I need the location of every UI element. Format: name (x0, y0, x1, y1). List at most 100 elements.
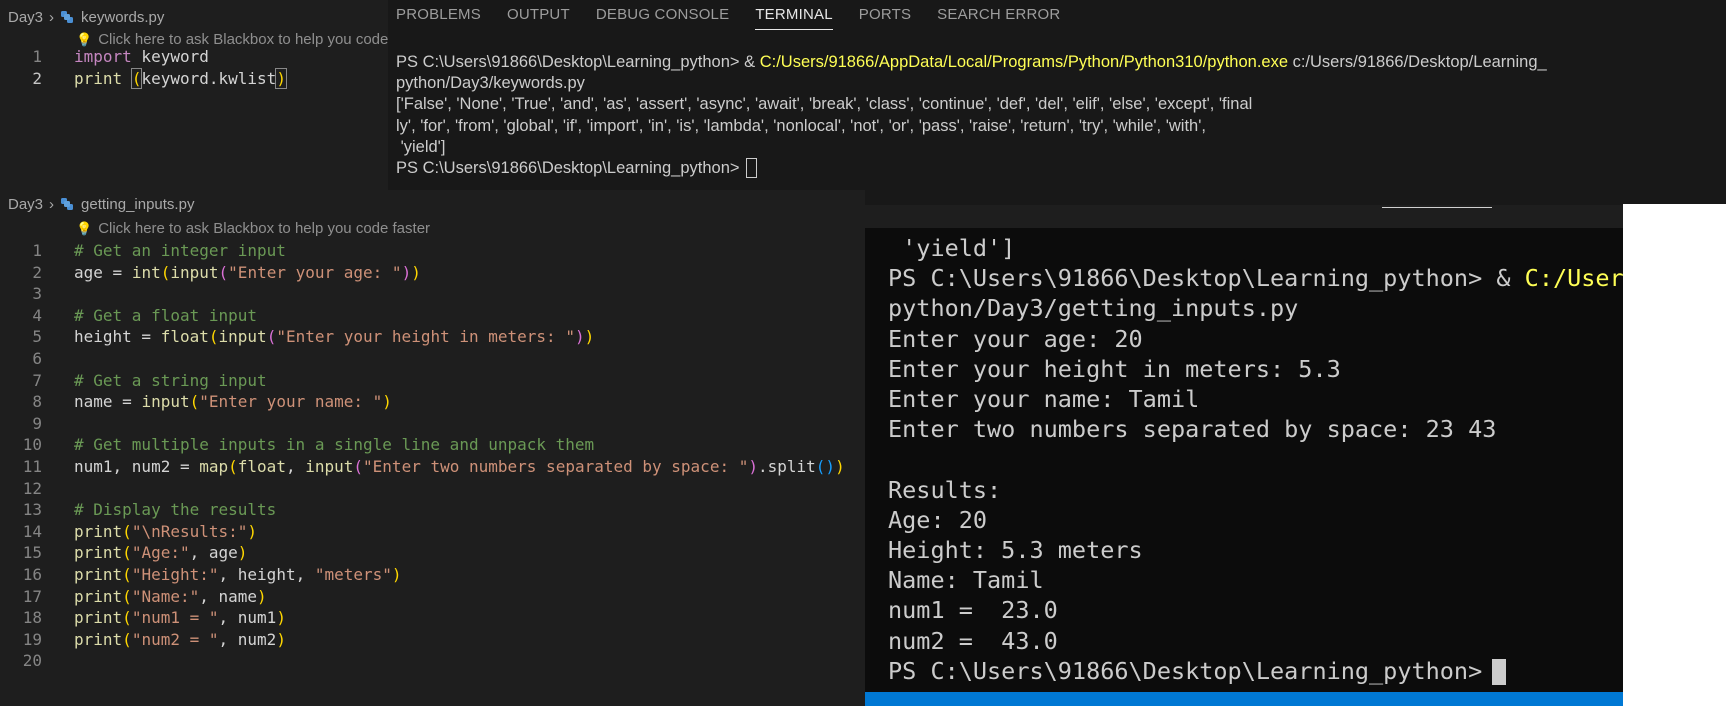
breadcrumb-folder[interactable]: Day3 (8, 196, 43, 213)
code-token: float (237, 457, 286, 476)
code-token: print (74, 69, 123, 88)
code-token: ( (160, 262, 171, 282)
code-token: map (199, 457, 229, 476)
terminal-text: Height: 5.3 meters (888, 536, 1143, 564)
code-text[interactable]: age = int(input("Enter your age: ")) (74, 261, 421, 285)
terminal-cursor[interactable] (745, 158, 757, 178)
terminal-text: python/Day3/getting_inputs.py (888, 294, 1299, 323)
code-token: "Height:" (131, 565, 219, 584)
hint-text[interactable]: Click here to ask Blackbox to help you c… (98, 220, 430, 237)
terminal-text: Enter your name: Tamil (888, 385, 1200, 413)
terminal-line: Name: Tamil (888, 565, 1044, 595)
blank-area (1623, 204, 1726, 706)
code-token: # Get multiple inputs in a single line a… (74, 435, 595, 455)
terminal-line: Enter your name: Tamil (888, 384, 1199, 414)
line-number: 3 (32, 284, 42, 304)
terminal-text: Enter two numbers separated by space: 23… (888, 415, 1497, 444)
breadcrumb-folder[interactable]: Day3 (8, 9, 43, 26)
code-text[interactable]: print("Height:", height, "meters") (74, 563, 402, 587)
line-number: 15 (22, 543, 42, 563)
terminal-text: C:/Users/91866/AppData/Local/Programs/Py… (759, 53, 1289, 71)
code-text[interactable]: import keyword (74, 45, 209, 69)
code-token: ( (208, 327, 219, 347)
code-text[interactable]: name = input("Enter your name: ") (74, 390, 392, 414)
line-number: 1 (32, 47, 42, 66)
line-number: 6 (32, 349, 42, 368)
code-token: print (74, 629, 123, 649)
tab-ports[interactable]: PORTS (859, 0, 911, 30)
zoomed-terminal[interactable]: 'yield'] PS C:\Users\91866\Desktop\Learni… (865, 228, 1623, 706)
code-token: ) (748, 457, 758, 476)
code-token: ( (122, 586, 132, 606)
terminal-text: num2 = 43.0 (888, 626, 1058, 655)
terminal-line: ['False', 'None', 'True', 'and', 'as', '… (396, 93, 1252, 115)
code-text[interactable]: print (keyword.kwlist) (74, 67, 287, 91)
code-token: "\nResults:" (131, 521, 248, 541)
code-token: print (74, 586, 123, 606)
terminal-text: num1 = 23.0 (888, 596, 1058, 625)
code-text[interactable]: print("num1 = ", num1) (74, 606, 286, 630)
line-number: 2 (32, 69, 42, 88)
code-token: "Enter your height in meters: " (276, 327, 575, 347)
code-text[interactable]: num1, num2 = map(float, input("Enter two… (74, 455, 845, 479)
status-bar (865, 692, 1623, 706)
code-token: , (285, 457, 306, 476)
terminal-text: Name: Tamil (888, 566, 1044, 595)
terminal-line: PS C:\Users\91866\Desktop\Learning_pytho… (396, 51, 1547, 73)
code-token: ) (382, 392, 392, 412)
line-number: 2 (32, 262, 42, 282)
terminal-text: Age: 20 (888, 505, 988, 534)
code-token: input (305, 457, 354, 476)
line-number: 9 (32, 413, 42, 433)
code-text[interactable]: print("Name:", name) (74, 585, 267, 609)
code-token: input (170, 262, 219, 282)
line-number: 8 (32, 392, 42, 412)
lightbulb-icon: 💡 (76, 221, 93, 236)
tab-output[interactable]: OUTPUT (507, 0, 570, 30)
terminal-line: Results: (888, 475, 1001, 505)
terminal-cursor[interactable] (1492, 658, 1507, 685)
terminal-line: Enter your age: 20 (888, 324, 1143, 354)
line-number: 20 (22, 651, 42, 671)
code-text[interactable]: # Get an integer input (74, 239, 286, 263)
code-token: keyword.kwlist (141, 69, 277, 88)
editor-keywords[interactable]: Day3 › keywords.py 💡 Click here to ask Blac… (0, 0, 388, 190)
editor-getting-inputs[interactable]: Day3 › getting_inputs.py 💡 Click here to as… (0, 190, 865, 706)
breadcrumb-file[interactable]: getting_inputs.py (81, 196, 194, 213)
blackbox-hint[interactable]: 💡 Click here to ask Blackbox to help you … (76, 220, 430, 237)
code-text[interactable]: print("\nResults:") (74, 520, 257, 544)
terminal-text: c:/Users/91866/Desktop/Learning_ (1288, 53, 1547, 71)
tab-problems[interactable]: PROBLEMS (396, 0, 481, 30)
code-token: ) (257, 586, 267, 606)
line-number: 17 (22, 586, 42, 606)
terminal-text: 'yield'] (888, 234, 1016, 262)
code-text[interactable]: # Get a float input (74, 304, 257, 328)
tab-debug-console[interactable]: DEBUG CONSOLE (596, 0, 729, 30)
terminal-text: PS C:\Users\91866\Desktop\Learning_pytho… (396, 53, 760, 71)
code-text[interactable]: print("Age:", age) (74, 541, 247, 565)
breadcrumb[interactable]: Day3 › getting_inputs.py (8, 193, 194, 217)
code-text[interactable]: height = float(input("Enter your height … (74, 325, 594, 349)
code-token: ) (276, 629, 286, 649)
breadcrumb-file[interactable]: keywords.py (81, 9, 164, 26)
breadcrumb[interactable]: Day3 › keywords.py (8, 6, 164, 30)
terminal-line: num1 = 23.0 (888, 595, 1058, 625)
code-token: ) (391, 565, 402, 584)
code-token: # Get a float input (74, 305, 258, 325)
tab-terminal[interactable]: TERMINAL (755, 0, 834, 30)
line-number: 5 (32, 327, 42, 347)
terminal-line: PS C:\Users\91866\Desktop\Learning_pytho… (888, 263, 1623, 293)
terminal-line: 'yield'] (888, 233, 1015, 263)
terminal-text: C:/User (1524, 264, 1623, 293)
tab-search-error[interactable]: SEARCH ERROR (937, 0, 1060, 30)
code-token: ) (825, 457, 836, 476)
code-text[interactable]: print("num2 = ", num2) (74, 628, 286, 652)
code-token: ( (353, 457, 364, 476)
code-text[interactable]: # Get a string input (74, 369, 267, 393)
code-token: print (74, 565, 123, 584)
code-text[interactable]: # Display the results (74, 498, 276, 522)
code-token: "Age:" (131, 543, 190, 563)
code-text[interactable]: # Get multiple inputs in a single line a… (74, 433, 594, 457)
code-token: ) (835, 457, 845, 476)
